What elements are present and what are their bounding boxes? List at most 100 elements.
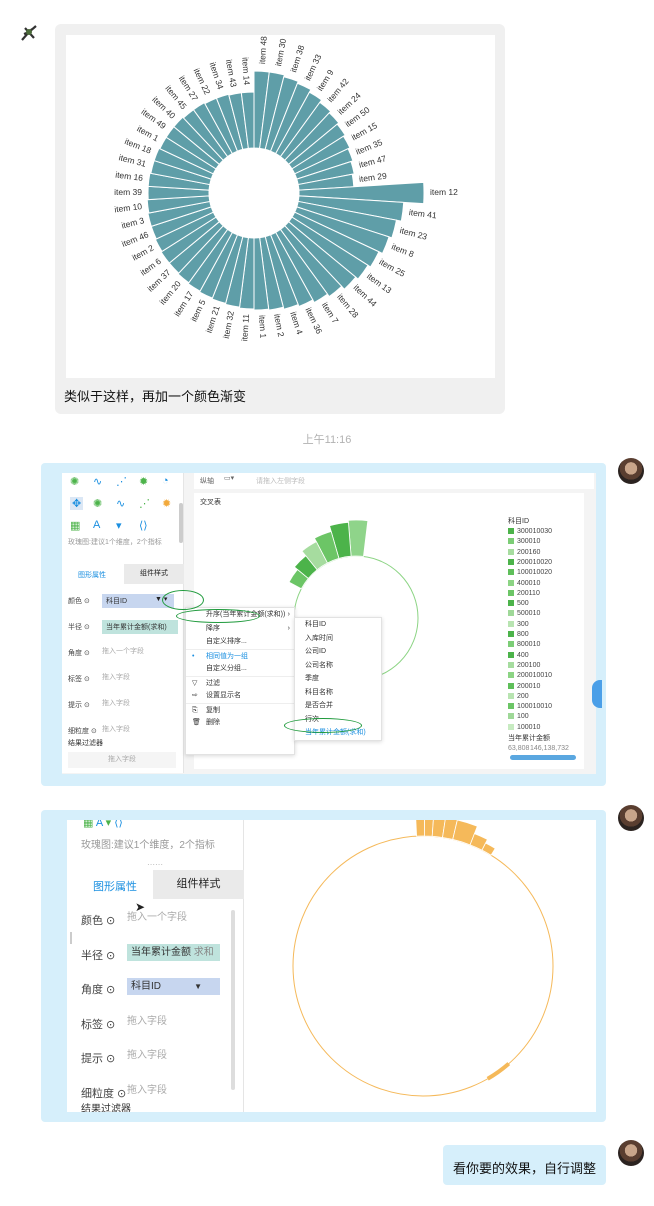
screenshot-1[interactable]: ✺ ∿ ⋰ ✹ ◔ ✥ ✺ ∿ ⋰ ✹ ▦ A ▾ ⟨⟩ 玫瑰图:建议1个维度，2个指标 图形属性 组件样… — [62, 473, 596, 774]
message-bubble-screenshot-2[interactable]: ▦ A ▾ ⟨⟩ 玫瑰图:建议1个维度，2个指标 ⋯⋯ 图形属性 组件样式 颜色… — [41, 810, 606, 1122]
chart-type-icon[interactable]: ⟨⟩ — [139, 519, 148, 532]
tab-component-style[interactable]: 组件样式 — [153, 870, 244, 899]
chart-type-icon[interactable]: ⋰ — [116, 475, 127, 488]
submenu-item[interactable]: 科目名称 — [295, 686, 381, 700]
screenshot-2[interactable]: ▦ A ▾ ⟨⟩ 玫瑰图:建议1个维度，2个指标 ⋯⋯ 图形属性 组件样式 颜色… — [67, 820, 596, 1112]
chart-type-icon[interactable]: ∿ — [93, 475, 102, 488]
field-dropzone[interactable]: 当年累计金额(求和) — [102, 620, 178, 634]
tab-graphic-properties[interactable]: 图形属性 — [93, 878, 137, 894]
submenu-item[interactable]: 公司ID — [295, 645, 381, 659]
panel-scrollbar[interactable] — [231, 910, 235, 1090]
panel-scrollbar[interactable] — [179, 503, 183, 543]
palette-icons-row: ▦ A ▾ ⟨⟩ — [83, 820, 123, 829]
legend-item[interactable]: 100010010 — [508, 703, 552, 710]
context-menu-item[interactable]: ⎘ 复制 — [186, 702, 294, 717]
size-legend-bar[interactable] — [510, 755, 576, 760]
rose-chart-image[interactable]: item 48 item 30 item 38 item 33 item 9 item 4… — [66, 35, 495, 378]
legend-item[interactable]: 100010 — [508, 723, 540, 731]
legend-item[interactable]: 200010010 — [508, 672, 552, 679]
legend-item[interactable]: 800 — [508, 631, 529, 638]
axis-toolbar: 纵轴 ▭▾ 请拖入左侧字段 — [194, 473, 594, 489]
legend-item[interactable]: 400010 — [508, 579, 540, 587]
legend-item[interactable]: 400 — [508, 651, 529, 659]
submenu-item[interactable]: 入库时间 — [295, 632, 381, 646]
axis-chart-picker-icon[interactable]: ▭▾ — [224, 474, 234, 482]
legend-item[interactable]: 100010020 — [508, 569, 552, 576]
menu-item-label: 相同值为一组 — [206, 652, 248, 660]
legend-swatch — [508, 538, 514, 545]
menu-item-icon: ▽ — [192, 679, 198, 687]
legend-item[interactable]: 200100 — [508, 661, 541, 669]
legend-item[interactable]: 200 — [508, 692, 529, 700]
legend-swatch — [508, 672, 514, 679]
chart-type-icon[interactable]: ✹ — [139, 475, 148, 488]
legend-label: 400 — [517, 651, 529, 659]
chart-type-icon[interactable]: ▾ — [116, 519, 122, 532]
menu-item-label: 自定义排序... — [206, 638, 247, 645]
tab-graphic-properties[interactable]: 图形属性 — [78, 570, 106, 580]
chart-type-icon[interactable]: ∿ — [116, 497, 125, 510]
chart-type-icon[interactable]: ✺ — [70, 475, 79, 488]
chart-type-icon[interactable]: ◔ — [162, 475, 169, 487]
tab-component-style[interactable]: 组件样式 — [124, 564, 184, 584]
chart-type-icon[interactable]: ⋰ — [139, 497, 150, 510]
chart-type-icon[interactable]: ▦ — [70, 519, 80, 532]
legend-label: 200100 — [517, 661, 541, 669]
chart-type-icon[interactable]: ✥ — [70, 497, 84, 510]
self-avatar[interactable] — [618, 458, 644, 484]
legend-item[interactable]: 200010020 — [508, 558, 552, 566]
field-name: 科目ID — [131, 981, 161, 992]
submenu-item[interactable]: 科目ID — [295, 618, 381, 632]
side-blue-tab[interactable] — [592, 680, 602, 708]
legend-item[interactable]: 200110 — [508, 589, 540, 597]
field-row-label: 角度 ⊙ — [81, 984, 116, 996]
context-menu-item[interactable]: 自定义排序... — [186, 635, 294, 649]
result-filter-dropzone[interactable]: 拖入字段 — [68, 752, 176, 768]
submenu-item[interactable]: 季度 — [295, 672, 381, 686]
filter-funnel-icon[interactable]: ▼ — [194, 978, 202, 995]
context-menu-item[interactable]: ⇨ 设置显示名 — [186, 689, 294, 703]
context-menu-item[interactable]: 自定义分组... — [186, 662, 294, 676]
field-dropzone[interactable]: 拖入字段 — [102, 724, 130, 734]
context-menu-item[interactable]: • 相同值为一组 — [186, 648, 294, 663]
chart-type-icon[interactable]: ✹ — [162, 497, 171, 510]
legend-item[interactable]: 200010 — [508, 682, 540, 690]
drag-handle-icon[interactable]: ⋯⋯ — [147, 860, 163, 869]
legend-swatch — [508, 723, 514, 730]
legend-item[interactable]: 300010 — [508, 538, 540, 545]
field-dropzone[interactable]: 当年累计金额 求和 — [127, 943, 220, 961]
legend-item[interactable]: 300010030 — [508, 528, 552, 535]
chart-type-icon[interactable]: A — [93, 519, 100, 531]
message-bubble-text[interactable]: 看你要的效果，自行调整 — [443, 1145, 606, 1185]
context-menu-item[interactable]: 🗑 删除 — [186, 716, 294, 730]
chart-type-icon[interactable]: ✺ — [93, 497, 102, 510]
legend-item[interactable]: 300 — [508, 620, 529, 628]
sender-avatar[interactable] — [16, 20, 42, 46]
field-dropzone[interactable]: 拖入字段 — [127, 1082, 167, 1099]
submenu-item[interactable]: 是否合并 — [295, 699, 381, 713]
config-side-scrollbar[interactable] — [70, 932, 72, 944]
self-avatar[interactable] — [618, 805, 644, 831]
legend-label: 800010 — [517, 641, 541, 649]
field-dropzone[interactable]: 拖入字段 — [102, 698, 130, 708]
field-dropzone[interactable]: 拖入字段 — [102, 672, 130, 682]
legend-swatch — [508, 569, 514, 576]
submenu-item[interactable]: 公司名称 — [295, 659, 381, 673]
legend-item[interactable]: 200160 — [508, 548, 540, 556]
menu-item-label: 降序 — [206, 624, 220, 632]
legend-item[interactable]: 100 — [508, 713, 529, 720]
field-dropzone[interactable]: 拖入字段 — [127, 1047, 167, 1064]
legend-item[interactable]: 500010 — [508, 610, 540, 617]
message-bubble-chart[interactable]: item 48 item 30 item 38 item 33 item 9 item 4… — [55, 24, 505, 414]
size-legend-min: 63,808 — [508, 745, 530, 752]
context-menu-item[interactable]: ▽ 过滤 — [186, 675, 294, 690]
field-dropzone[interactable]: 科目ID ▼ — [127, 978, 220, 995]
field-dropzone[interactable]: 拖入字段 — [127, 1013, 167, 1030]
legend-item[interactable]: 500 — [508, 600, 529, 607]
context-menu-item[interactable]: 降序 › — [186, 622, 294, 636]
field-dropzone[interactable]: 拖入一个字段 — [102, 646, 144, 656]
timestamp: 上午11:16 — [302, 434, 352, 446]
self-avatar[interactable] — [618, 1140, 644, 1166]
legend-item[interactable]: 800010 — [508, 641, 540, 648]
message-bubble-screenshot-1[interactable]: ✺ ∿ ⋰ ✹ ◔ ✥ ✺ ∿ ⋰ ✹ ▦ A ▾ ⟨⟩ 玫瑰图:建议1个维度，2个指标 图形属性 组件样… — [41, 463, 606, 786]
